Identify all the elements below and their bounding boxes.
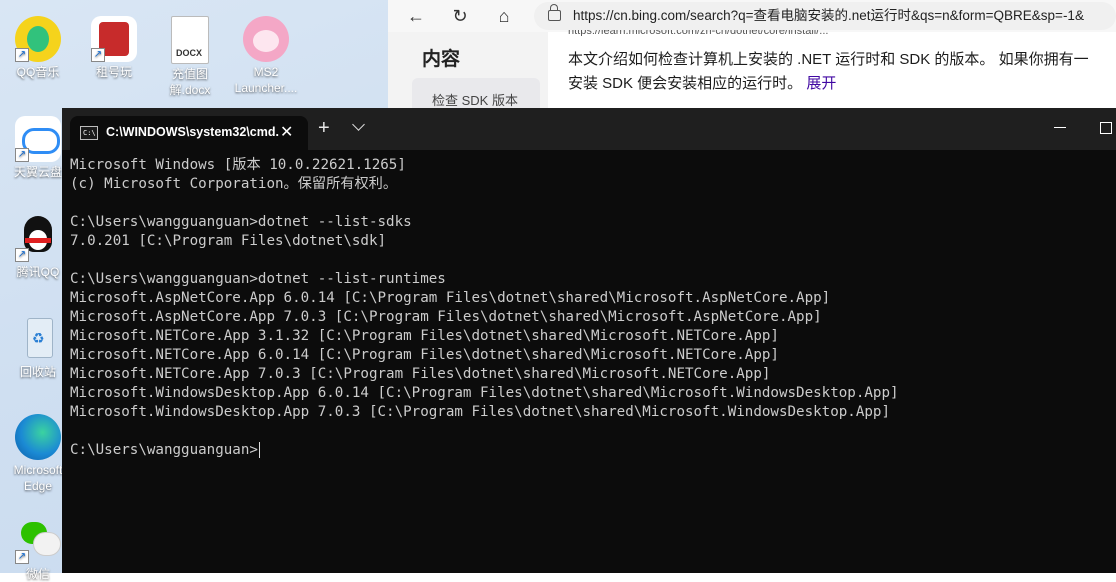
desktop-icon-ms2[interactable]: MS2 Launcher.... bbox=[231, 16, 301, 96]
docx-file-icon: DOCX bbox=[171, 16, 209, 64]
console-line: Microsoft.AspNetCore.App 7.0.3 [C:\Progr… bbox=[70, 309, 822, 325]
console-line: (c) Microsoft Corporation。保留所有权利。 bbox=[70, 176, 398, 192]
result-summary: 本文介绍如何检查计算机上安装的 .NET 运行时和 SDK 的版本。 如果你拥有… bbox=[568, 48, 1116, 96]
console-line: Microsoft.NETCore.App 3.1.32 [C:\Program… bbox=[70, 328, 779, 344]
edge-icon bbox=[15, 414, 61, 460]
shortcut-arrow-icon: ↗ bbox=[91, 48, 105, 62]
desktop-icon-label: 腾讯QQ bbox=[16, 265, 60, 279]
maximize-icon[interactable] bbox=[1100, 122, 1112, 134]
ms2-launcher-icon bbox=[243, 16, 289, 62]
address-url[interactable]: https://cn.bing.com/search?q=查看电脑安装的.net… bbox=[573, 8, 1084, 23]
new-tab-button[interactable]: + bbox=[318, 118, 330, 138]
qq-penguin-icon: ↗ bbox=[15, 216, 61, 262]
minimize-icon[interactable] bbox=[1054, 127, 1066, 128]
desktop-icon-zuhaowan[interactable]: ↗ 租号玩 bbox=[79, 16, 149, 80]
address-bar[interactable]: https://cn.bing.com/search?q=查看电脑安装的.net… bbox=[534, 2, 1116, 30]
desktop-icon-docx[interactable]: DOCX 充值图解.docx bbox=[155, 16, 225, 98]
back-arrow-icon[interactable]: ← bbox=[404, 4, 428, 28]
desktop-icon-label: 租号玩 bbox=[95, 65, 132, 79]
recycle-bin-icon: ♻ bbox=[15, 316, 61, 362]
text-cursor bbox=[258, 442, 260, 458]
terminal-tab[interactable]: C:\ C:\WINDOWS\system32\cmd. ✕ bbox=[70, 116, 308, 150]
console-output[interactable]: Microsoft Windows [版本 10.0.22621.1265] (c… bbox=[70, 156, 899, 460]
desktop-icon-label: 天翼云盘 bbox=[13, 165, 62, 179]
summary-line: 本文介绍如何检查计算机上安装的 .NET 运行时和 SDK 的版本。 如果你拥有… bbox=[568, 51, 1089, 68]
shortcut-arrow-icon: ↗ bbox=[15, 48, 29, 62]
console-line: C:\Users\wangguanguan>dotnet --list-sdks bbox=[70, 214, 412, 230]
tab-title: C:\WINDOWS\system32\cmd. bbox=[106, 125, 279, 139]
browser-window: ← ↻ ⌂ https://cn.bing.com/search?q=查看电脑安… bbox=[388, 0, 1116, 110]
console-line: Microsoft.AspNetCore.App 6.0.14 [C:\Prog… bbox=[70, 290, 831, 306]
expand-link[interactable]: 展开 bbox=[806, 75, 836, 92]
terminal-tab-bar: C:\ C:\WINDOWS\system32\cmd. ✕ + bbox=[62, 108, 1116, 150]
desktop-icon-label: Microsoft Edge bbox=[13, 463, 63, 493]
desktop-icon-label: 充值图解.docx bbox=[169, 67, 211, 97]
zuhaowan-icon: ↗ bbox=[91, 16, 137, 62]
home-icon[interactable]: ⌂ bbox=[492, 4, 516, 28]
console-line: 7.0.201 [C:\Program Files\dotnet\sdk] bbox=[70, 233, 387, 249]
browser-toolbar: ← ↻ ⌂ https://cn.bing.com/search?q=查看电脑安… bbox=[388, 0, 1116, 32]
summary-line-2: 安装 SDK 便会安装相应的运行时。 展开 bbox=[568, 75, 837, 92]
terminal-window[interactable]: C:\ C:\WINDOWS\system32\cmd. ✕ + Microso… bbox=[62, 108, 1116, 573]
shortcut-arrow-icon: ↗ bbox=[15, 550, 29, 564]
chevron-down-icon[interactable] bbox=[352, 118, 365, 131]
toc-title: 内容 bbox=[422, 49, 461, 70]
desktop-icon-label: 回收站 bbox=[19, 365, 56, 379]
cloud-drive-icon: ↗ bbox=[15, 116, 61, 162]
console-line: Microsoft.NETCore.App 6.0.14 [C:\Program… bbox=[70, 347, 779, 363]
shortcut-arrow-icon: ↗ bbox=[15, 248, 29, 262]
console-line: Microsoft.WindowsDesktop.App 6.0.14 [C:\… bbox=[70, 385, 899, 401]
desktop-icon-label: MS2 Launcher.... bbox=[234, 65, 298, 95]
tab-close-icon[interactable]: ✕ bbox=[280, 122, 293, 142]
console-line: Microsoft Windows [版本 10.0.22621.1265] bbox=[70, 157, 406, 173]
desktop-icon-qq-music[interactable]: ↗ QQ音乐 bbox=[3, 16, 73, 80]
cmd-icon: C:\ bbox=[80, 126, 98, 140]
shortcut-arrow-icon: ↗ bbox=[15, 148, 29, 162]
console-line: C:\Users\wangguanguan> bbox=[70, 442, 260, 458]
console-line: C:\Users\wangguanguan>dotnet --list-runt… bbox=[70, 271, 446, 287]
desktop-icon-label: 微信 bbox=[25, 567, 50, 581]
result-url[interactable]: https://learn.microsoft.com/zh-cn/dotnet… bbox=[568, 30, 828, 36]
console-line: Microsoft.WindowsDesktop.App 7.0.3 [C:\P… bbox=[70, 404, 890, 420]
qq-music-icon: ↗ bbox=[15, 16, 61, 62]
wechat-icon: ↗ bbox=[15, 518, 61, 564]
console-line: Microsoft.NETCore.App 7.0.3 [C:\Program … bbox=[70, 366, 771, 382]
desktop-icon-label: QQ音乐 bbox=[16, 65, 60, 79]
refresh-icon[interactable]: ↻ bbox=[448, 4, 472, 28]
lock-icon bbox=[548, 4, 561, 21]
toc-item[interactable]: 检查 SDK 版本 bbox=[412, 78, 540, 110]
